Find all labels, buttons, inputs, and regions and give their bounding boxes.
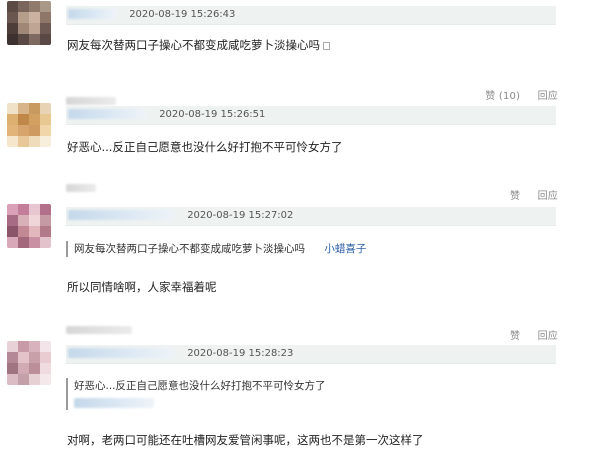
comment-actions: 赞 (10) 回应 [471,87,558,102]
comment-timestamp: 2020-08-19 15:28:23 [187,348,294,359]
like-button[interactable]: 赞 [510,191,520,202]
quoted-comment: 好恶心...反正自己愿意也没什么好打抱不平可怜女方了 [66,378,326,410]
comment-timestamp: 2020-08-19 15:27:02 [187,210,294,221]
comment-timestamp: 2020-08-19 15:26:43 [129,9,236,20]
comment-timestamp: 2020-08-19 15:26:51 [159,109,266,120]
username-link[interactable] [66,97,116,105]
reply-button[interactable]: 回应 [538,331,558,342]
username-link[interactable] [66,326,132,334]
username-link[interactable] [68,210,174,220]
comment-meta: 2020-08-19 15:27:02 [66,207,556,226]
username-link[interactable] [68,109,146,119]
reply-button[interactable]: 回应 [538,191,558,202]
like-button[interactable]: 赞 [510,331,520,342]
comment-actions: 赞 回应 [496,327,558,342]
comment-text: 网友每次替两口子操心不都变成咸吃萝卜淡操心吗 [67,37,330,53]
comment-text: 所以同情啥啊，人家幸福着呢 [67,280,217,294]
avatar[interactable] [7,341,51,385]
quoted-text: 网友每次替两口子操心不都变成咸吃萝卜淡操心吗 [74,243,305,255]
cursor-icon [323,41,330,50]
quoted-comment: 网友每次替两口子操心不都变成咸吃萝卜淡操心吗 小蜡喜子 [66,241,366,257]
comment-meta: 2020-08-19 15:26:51 [66,106,556,125]
username-link[interactable] [66,184,96,192]
comment-meta: 2020-08-19 15:26:43 [66,6,556,25]
like-button[interactable]: 赞 (10) [485,91,520,102]
username-link[interactable] [68,348,174,358]
comment-actions: 赞 回应 [496,187,558,202]
username-link[interactable] [68,9,116,19]
quoted-author-link[interactable]: 小蜡喜子 [324,243,366,255]
comment-text: 对啊，老两口可能还在吐槽网友爱管闲事呢，这两也不是第一次这样了 [67,433,424,447]
avatar[interactable] [7,204,51,248]
avatar[interactable] [7,1,51,45]
comment-text: 好恶心...反正自己愿意也没什么好打抱不平可怜女方了 [67,140,343,154]
comment-meta: 2020-08-19 15:28:23 [66,345,556,364]
reply-button[interactable]: 回应 [538,91,558,102]
avatar[interactable] [7,103,51,147]
quoted-text: 好恶心...反正自己愿意也没什么好打抱不平可怜女方了 [74,380,326,392]
quoted-author-link[interactable] [74,398,154,408]
